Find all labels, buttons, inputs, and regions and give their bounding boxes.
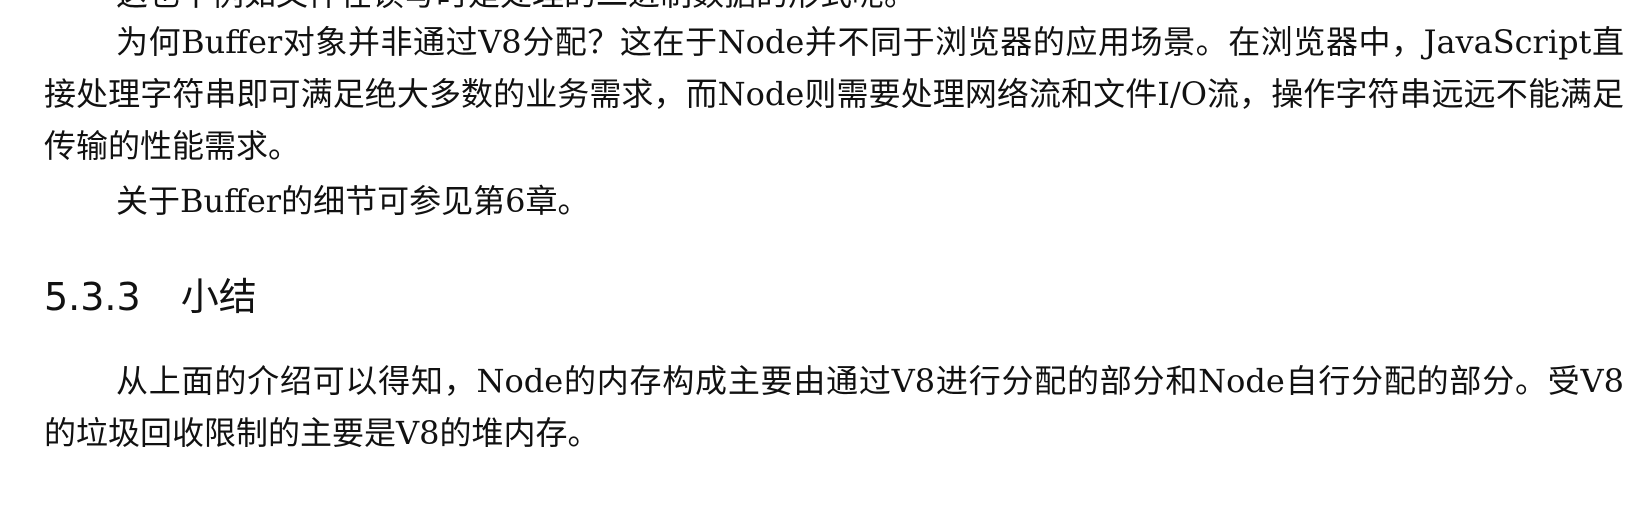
paragraph-buffer-reference: 关于Buffer的细节可参见第6章。	[116, 182, 590, 220]
section-heading: 5.3.3 小结	[44, 272, 257, 322]
paragraph-summary: 从上面的介绍可以得知，Node的内存构成主要由通过V8进行分配的部分和Node自…	[44, 362, 1624, 452]
cut-off-text-line: 这也不例如文件在读写时是处理的二进制数据的形式呢。	[116, 0, 916, 14]
document-page: 这也不例如文件在读写时是处理的二进制数据的形式呢。 为何Buffer对象并非通过…	[0, 0, 1650, 512]
section-number: 5.3.3	[44, 275, 141, 319]
section-title: 小结	[180, 275, 257, 319]
paragraph-buffer-reason: 为何Buffer对象并非通过V8分配？这在于Node并不同于浏览器的应用场景。在…	[44, 23, 1624, 165]
